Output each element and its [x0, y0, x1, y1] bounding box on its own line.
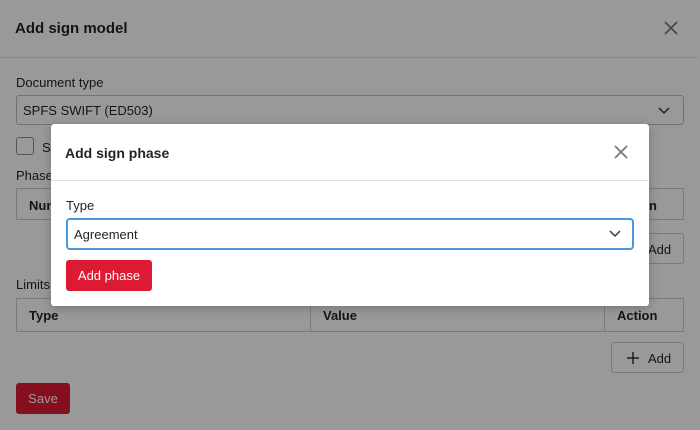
- type-label: Type: [66, 198, 95, 213]
- chevron-down-icon: [609, 230, 621, 238]
- add-phase-button[interactable]: Add phase: [66, 260, 152, 291]
- modal-title: Add sign phase: [65, 145, 170, 161]
- type-select[interactable]: Agreement: [66, 218, 634, 250]
- type-select-value: Agreement: [74, 227, 138, 242]
- add-sign-phase-modal: Add sign phase Type Agreement Add phase: [51, 124, 649, 306]
- close-icon[interactable]: [611, 142, 631, 162]
- modal-header: Add sign phase: [51, 124, 649, 181]
